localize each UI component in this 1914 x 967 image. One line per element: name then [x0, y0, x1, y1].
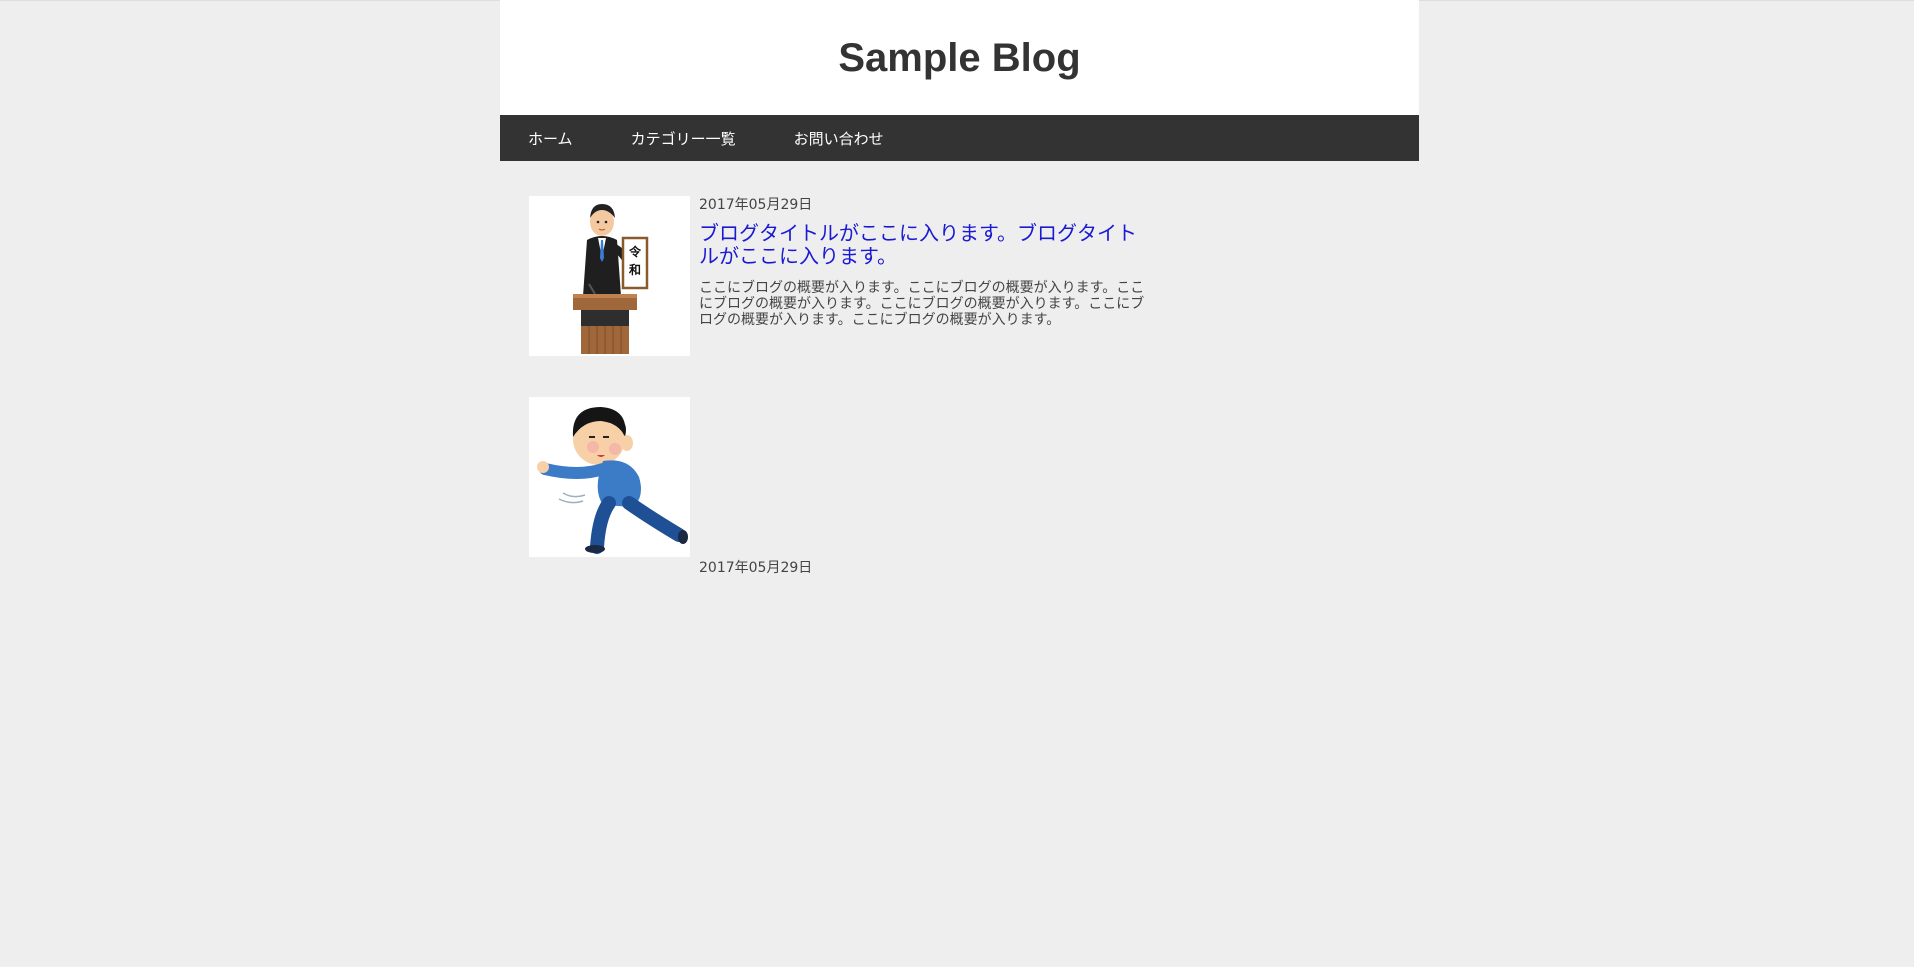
- post-meta: 2017年05月29日 ブログタイトルがここに入ります。ブログタイトルがここに入…: [699, 196, 1151, 328]
- post-date: 2017年05月29日: [699, 560, 813, 576]
- svg-text:和: 和: [628, 262, 641, 277]
- post-list: 令 和 2017年05月29日 ブログタイトルがここに入ります。ブログタイトルが…: [500, 161, 1419, 576]
- post-title-link[interactable]: ブログタイトルがここに入ります。ブログタイトルがここに入ります。: [699, 222, 1151, 268]
- reiwa-announcement-icon: 令 和: [573, 204, 649, 354]
- site-title[interactable]: Sample Blog: [500, 35, 1419, 81]
- nav-item-home[interactable]: ホーム: [528, 128, 573, 149]
- sign-text: 令: [628, 244, 642, 259]
- post-thumbnail[interactable]: 令 和: [529, 196, 690, 356]
- nav-item-categories[interactable]: カテゴリー一覧: [631, 128, 736, 149]
- post-item: 2017年05月29日: [529, 397, 1419, 576]
- post-excerpt: ここにブログの概要が入ります。ここにブログの概要が入ります。ここにブログの概要が…: [699, 280, 1145, 328]
- running-man-icon: [537, 407, 688, 554]
- global-nav: ホーム カテゴリー一覧 お問い合わせ: [500, 115, 1419, 161]
- site-header: Sample Blog: [500, 0, 1419, 115]
- site-container: Sample Blog ホーム カテゴリー一覧 お問い合わせ 令 和 2017年…: [500, 0, 1419, 576]
- nav-item-contact[interactable]: お問い合わせ: [794, 128, 884, 149]
- post-date: 2017年05月29日: [699, 197, 813, 213]
- post-thumbnail[interactable]: [529, 397, 690, 557]
- post-item: 令 和 2017年05月29日 ブログタイトルがここに入ります。ブログタイトルが…: [529, 196, 1419, 356]
